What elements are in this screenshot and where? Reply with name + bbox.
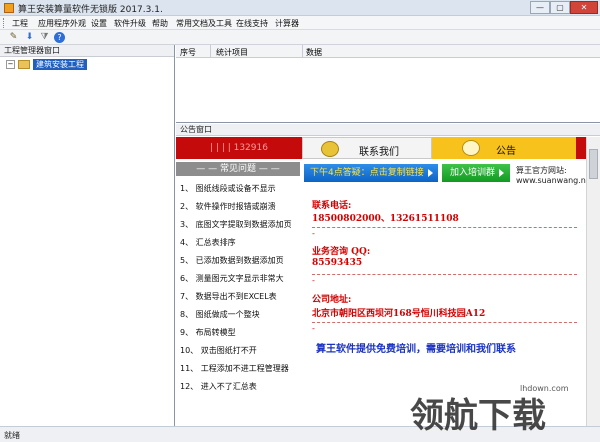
join-training-button[interactable]: 加入培训群 — [442, 164, 510, 182]
faq-list: 1、 图纸线段或设备不显示 2、 软件操作时报错或崩溃 3、 底图文字提取到数据… — [176, 180, 300, 396]
project-manager-header: 工程管理器窗口 — [0, 45, 174, 57]
menu-appearance[interactable]: 应用程序外观 — [38, 18, 86, 29]
tab-contact-label: 联系我们 — [359, 147, 399, 158]
tree-expand-icon[interactable]: − — [6, 60, 15, 69]
grid-col-index[interactable]: 序号 — [180, 47, 196, 58]
notice-scrollbar[interactable] — [586, 137, 600, 426]
faq-header: — — 常见问题 — — — [176, 162, 300, 176]
faq-item[interactable]: 9、 布局转模型 — [176, 324, 300, 342]
qq-value: 85593435 — [312, 258, 363, 268]
window-title: 算王安装算量软件无锁版 2017.3.1. — [18, 5, 163, 15]
menu-upgrade[interactable]: 软件升级 — [114, 18, 146, 29]
dash-marker: - — [312, 324, 315, 333]
status-text: 就绪 — [4, 431, 20, 440]
faq-item[interactable]: 10、 双击图纸打不开 — [176, 342, 300, 360]
menu-settings[interactable]: 设置 — [91, 18, 107, 29]
title-bar: 算王安装算量软件无锁版 2017.3.1. — ▢ ✕ — [0, 0, 600, 16]
qa-copy-link-label: 下午4点答疑：点击复制链接 — [310, 168, 424, 178]
tab-strip-end — [576, 137, 586, 159]
menu-bar: 工程 应用程序外观 设置 软件升级 帮助 常用文档及工具 在线支持 计算器 — [0, 16, 600, 30]
menu-online-support[interactable]: 在线支持 — [236, 18, 268, 29]
official-site: 算王官方网站: www.suanwang.net — [516, 166, 594, 186]
grid-col-item[interactable]: 统计项目 — [216, 47, 248, 58]
dash-marker: - — [312, 229, 315, 238]
tab-contact-us[interactable]: 联系我们 — [302, 137, 432, 159]
divider — [312, 227, 577, 228]
filter-icon[interactable]: ⧩ — [39, 32, 50, 43]
menu-calculator[interactable]: 计算器 — [275, 18, 299, 29]
join-training-label: 加入培训群 — [450, 168, 496, 178]
tab-visitor-count: | | | | 132916 — [176, 137, 302, 159]
project-manager-panel: 工程管理器窗口 − 建筑安装工程 — [0, 45, 175, 426]
menu-help[interactable]: 帮助 — [152, 18, 168, 29]
official-site-label: 算王官方网站: — [516, 166, 567, 175]
app-icon — [4, 3, 14, 13]
folder-icon — [18, 60, 30, 69]
faq-item[interactable]: 11、 工程添加不进工程管理器 — [176, 360, 300, 378]
address-value: 北京市朝阳区西坝河168号恒川科技园A12 — [312, 309, 486, 319]
faq-item[interactable]: 5、 已添加数据到数据添加页 — [176, 252, 300, 270]
statistics-grid: 序号 统计项目 数据 — [176, 45, 600, 123]
official-site-url[interactable]: www.suanwang.net — [516, 176, 594, 186]
dash-marker: - — [312, 276, 315, 285]
divider — [312, 274, 577, 275]
divider — [312, 322, 577, 323]
free-training-text: 算王软件提供免费培训，需要培训和我们联系 — [316, 344, 516, 355]
download-icon[interactable]: ⬇ — [24, 32, 35, 43]
menu-grip — [3, 18, 6, 28]
qq-label: 业务咨询 QQ: — [312, 247, 371, 257]
toolbar: ✎ ⬇ ⧩ ? — [0, 30, 600, 45]
help-icon[interactable]: ? — [54, 32, 65, 43]
announcement-icon — [462, 140, 480, 156]
play-arrow-icon — [499, 168, 505, 177]
phone-value: 18500802000、13261511108 — [312, 214, 459, 224]
play-arrow-icon — [427, 168, 433, 177]
notice-panel: 公告窗口 | | | | 132916 联系我们 公告 — — 常见问题 — —… — [176, 124, 600, 426]
close-button[interactable]: ✕ — [570, 1, 598, 14]
faq-item[interactable]: 8、 图纸做成一个整块 — [176, 306, 300, 324]
faq-item[interactable]: 2、 软件操作时报错或崩溃 — [176, 198, 300, 216]
phone-label: 联系电话: — [312, 201, 352, 211]
faq-item[interactable]: 3、 底图文字提取到数据添加页 — [176, 216, 300, 234]
grid-divider — [210, 45, 211, 58]
grid-col-data[interactable]: 数据 — [306, 47, 322, 58]
tab-announcement-label: 公告 — [496, 146, 516, 157]
menu-project[interactable]: 工程 — [12, 18, 28, 29]
notice-tabs: | | | | 132916 联系我们 公告 — [176, 137, 586, 159]
menu-documents-tools[interactable]: 常用文档及工具 — [176, 18, 232, 29]
grid-divider — [302, 45, 303, 58]
minimize-button[interactable]: — — [530, 1, 550, 14]
tools-icon[interactable]: ✎ — [8, 32, 19, 43]
grid-header: 序号 统计项目 数据 — [176, 45, 600, 58]
tab-announcement[interactable]: 公告 — [432, 137, 576, 159]
address-label: 公司地址: — [312, 295, 352, 305]
faq-item[interactable]: 4、 汇总表排序 — [176, 234, 300, 252]
contact-icon — [321, 141, 339, 157]
notice-header: 公告窗口 — [176, 124, 600, 136]
faq-item[interactable]: 12、 进入不了汇总表 — [176, 378, 300, 396]
faq-item[interactable]: 6、 测量图元文字显示非常大 — [176, 270, 300, 288]
tree-item-label[interactable]: 建筑安装工程 — [33, 59, 87, 70]
scrollbar-thumb[interactable] — [589, 149, 598, 179]
qa-copy-link-button[interactable]: 下午4点答疑：点击复制链接 — [304, 164, 438, 182]
faq-item[interactable]: 1、 图纸线段或设备不显示 — [176, 180, 300, 198]
maximize-button[interactable]: ▢ — [550, 1, 570, 14]
watermark-logo: 领航下载 — [410, 396, 546, 436]
faq-item[interactable]: 7、 数据导出不到EXCEL表 — [176, 288, 300, 306]
